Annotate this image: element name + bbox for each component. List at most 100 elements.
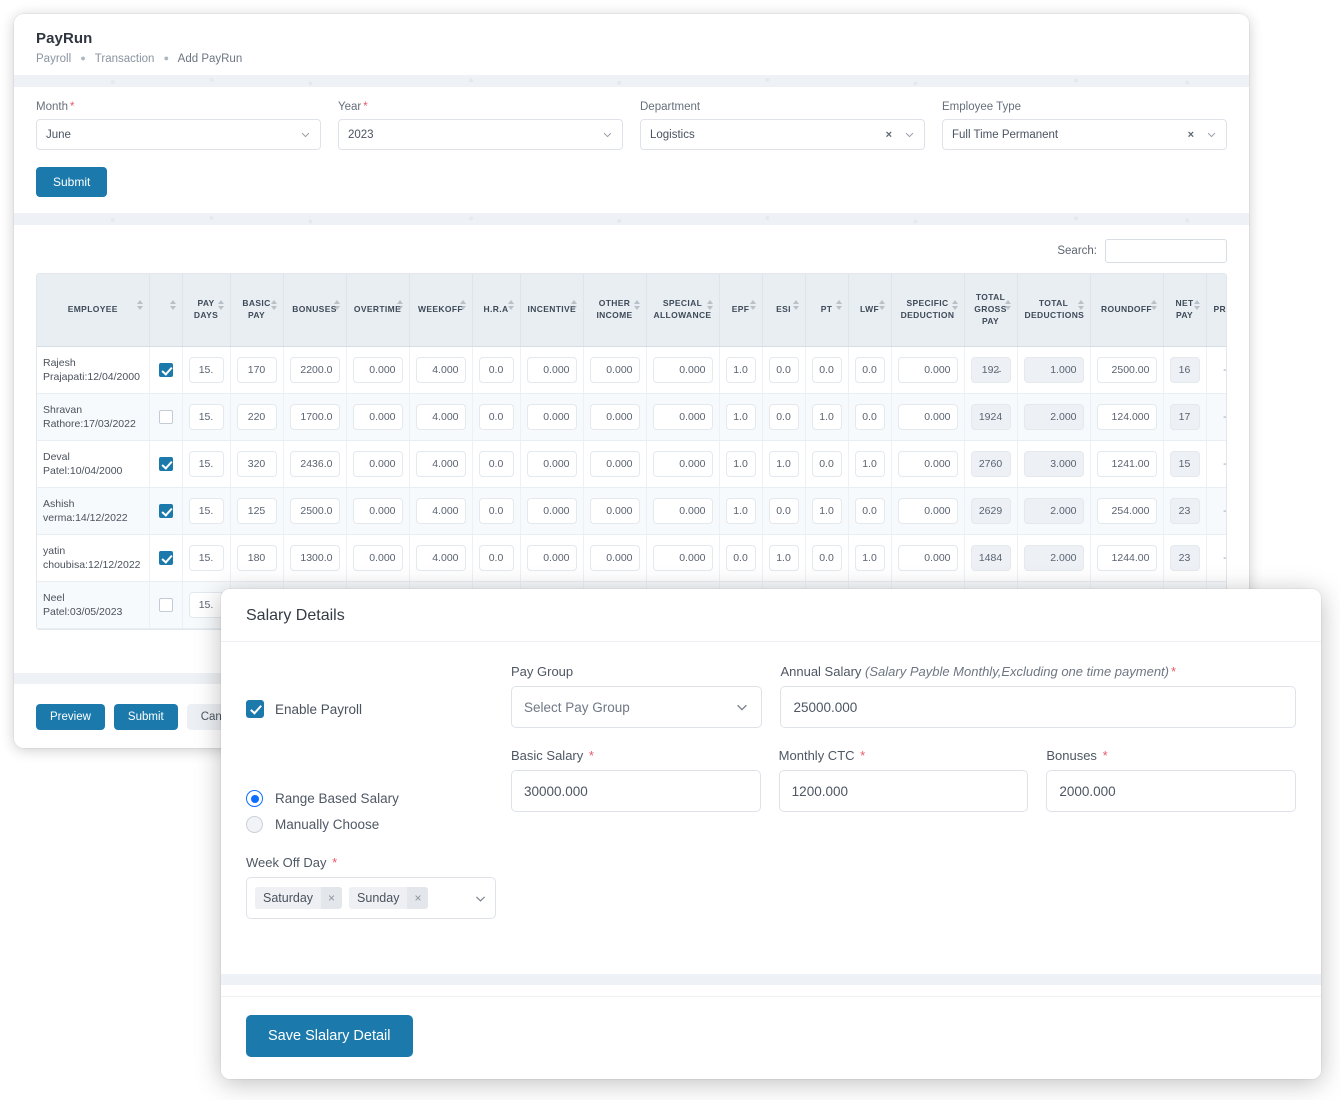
input-total-deductions[interactable]: 2.000: [1024, 498, 1084, 524]
annual-salary-input[interactable]: 25000.000: [780, 686, 1296, 728]
week-off-multiselect[interactable]: Saturday × Sunday ×: [246, 877, 496, 919]
input-basic-pay[interactable]: 180: [237, 545, 277, 571]
input-hra[interactable]: 0.0: [479, 498, 514, 524]
column-header-pay-days[interactable]: PAY DAYS: [182, 274, 230, 346]
cell-hra[interactable]: 0.0: [472, 487, 520, 534]
input-pay-days[interactable]: 15.: [189, 545, 224, 571]
sort-toggle-icon[interactable]: [334, 300, 341, 312]
input-total-gross-pay[interactable]: 1484: [971, 545, 1011, 571]
column-header-select[interactable]: [149, 274, 182, 346]
input-pay-days[interactable]: 15.: [189, 357, 224, 383]
sort-toggle-icon[interactable]: [793, 300, 800, 312]
input-total-deductions[interactable]: 2.000: [1024, 545, 1084, 571]
cell-basic-pay[interactable]: 180: [230, 534, 283, 581]
column-header-esi[interactable]: ESI: [762, 274, 805, 346]
input-incentive[interactable]: 0.000: [527, 498, 577, 524]
cell-pay-days[interactable]: 15.: [182, 534, 230, 581]
pay-group-select[interactable]: Select Pay Group: [511, 686, 762, 728]
sort-toggle-icon[interactable]: [218, 300, 225, 312]
sort-toggle-icon[interactable]: [1151, 300, 1158, 312]
radio-manually-choose[interactable]: Manually Choose: [246, 816, 511, 833]
cell-overtime[interactable]: 0.000: [346, 393, 409, 440]
cell-total-deductions[interactable]: 3.000: [1017, 440, 1090, 487]
cell-pt[interactable]: 1.0: [805, 487, 848, 534]
cell-lwf[interactable]: 1.0: [848, 440, 891, 487]
monthly-ctc-input[interactable]: 1200.000: [779, 770, 1029, 812]
cell-net-pay[interactable]: 17: [1163, 393, 1206, 440]
sort-toggle-icon[interactable]: [952, 300, 959, 312]
cell-weekoff[interactable]: 4.000: [409, 440, 472, 487]
column-header-overtime[interactable]: OVERTIME: [346, 274, 409, 346]
input-pay-days[interactable]: 15.: [189, 592, 224, 618]
submit-button[interactable]: Submit: [114, 704, 178, 730]
cell-select[interactable]: [149, 346, 182, 393]
cell-total-deductions[interactable]: 2.000: [1017, 393, 1090, 440]
cell-hra[interactable]: 0.0: [472, 393, 520, 440]
cell-hra[interactable]: 0.0: [472, 346, 520, 393]
radio-range-icon[interactable]: [246, 790, 263, 807]
input-pt[interactable]: 1.0: [812, 404, 842, 430]
cell-total-gross-pay[interactable]: 192̵: [964, 346, 1017, 393]
input-basic-pay[interactable]: 220: [237, 404, 277, 430]
cell-select[interactable]: [149, 534, 182, 581]
input-esi[interactable]: 0.0: [769, 404, 799, 430]
cell-incentive[interactable]: 0.000: [520, 487, 583, 534]
input-incentive[interactable]: 0.000: [527, 451, 577, 477]
input-special-allowance[interactable]: 0.000: [653, 357, 713, 383]
input-net-pay[interactable]: 23: [1170, 545, 1200, 571]
sort-toggle-icon[interactable]: [750, 300, 757, 312]
input-esi[interactable]: 1.0: [769, 545, 799, 571]
cell-epf[interactable]: 1.0: [719, 346, 762, 393]
sort-toggle-icon[interactable]: [879, 300, 886, 312]
cell-total-deductions[interactable]: 1.000: [1017, 346, 1090, 393]
input-roundoff[interactable]: 1241.00: [1097, 451, 1157, 477]
sort-toggle-icon[interactable]: [1194, 300, 1201, 312]
cell-weekoff[interactable]: 4.000: [409, 534, 472, 581]
cell-epf[interactable]: 1.0: [719, 393, 762, 440]
input-special-allowance[interactable]: 0.000: [653, 545, 713, 571]
remove-tag-icon[interactable]: ×: [321, 887, 342, 909]
cell-other-income[interactable]: 0.000: [583, 346, 646, 393]
cell-overtime[interactable]: 0.000: [346, 440, 409, 487]
input-roundoff[interactable]: 124.000: [1097, 404, 1157, 430]
cell-bonuses[interactable]: 2436.0: [283, 440, 346, 487]
input-total-deductions[interactable]: 2.000: [1024, 404, 1084, 430]
column-header-bonuses[interactable]: BONUSES: [283, 274, 346, 346]
print-icon[interactable]: -: [1213, 552, 1228, 564]
sort-toggle-icon[interactable]: [836, 300, 843, 312]
cell-basic-pay[interactable]: 220: [230, 393, 283, 440]
filter-submit-button[interactable]: Submit: [36, 167, 107, 197]
input-lwf[interactable]: 0.0: [855, 498, 885, 524]
remove-tag-icon[interactable]: ×: [407, 887, 428, 909]
input-hra[interactable]: 0.0: [479, 451, 514, 477]
cell-incentive[interactable]: 0.000: [520, 534, 583, 581]
cell-pay-days[interactable]: 15.: [182, 440, 230, 487]
cell-overtime[interactable]: 0.000: [346, 346, 409, 393]
input-lwf[interactable]: 0.0: [855, 357, 885, 383]
cell-basic-pay[interactable]: 170: [230, 346, 283, 393]
cell-esi[interactable]: 0.0: [762, 487, 805, 534]
cell-total-gross-pay[interactable]: 1484: [964, 534, 1017, 581]
cell-bonuses[interactable]: 2500.0: [283, 487, 346, 534]
input-weekoff[interactable]: 4.000: [416, 545, 466, 571]
sort-toggle-icon[interactable]: [508, 300, 515, 312]
cell-pay-days[interactable]: 15.: [182, 346, 230, 393]
cell-net-pay[interactable]: 15: [1163, 440, 1206, 487]
input-bonuses[interactable]: 1700.0: [290, 404, 340, 430]
input-incentive[interactable]: 0.000: [527, 545, 577, 571]
input-specific-deduction[interactable]: 0.000: [898, 357, 958, 383]
column-header-lwf[interactable]: LWF: [848, 274, 891, 346]
sort-toggle-icon[interactable]: [397, 300, 404, 312]
cell-total-deductions[interactable]: 2.000: [1017, 534, 1090, 581]
sort-toggle-icon[interactable]: [170, 300, 177, 312]
cell-special-allowance[interactable]: 0.000: [646, 440, 719, 487]
cell-pt[interactable]: 0.0: [805, 534, 848, 581]
input-overtime[interactable]: 0.000: [353, 545, 403, 571]
cell-other-income[interactable]: 0.000: [583, 487, 646, 534]
cell-bonuses[interactable]: 2200.0: [283, 346, 346, 393]
cell-select[interactable]: [149, 581, 182, 628]
sort-toggle-icon[interactable]: [137, 300, 144, 312]
cell-roundoff[interactable]: 1241.00: [1090, 440, 1163, 487]
input-total-deductions[interactable]: 1.000: [1024, 357, 1084, 383]
input-pay-days[interactable]: 15.: [189, 404, 224, 430]
